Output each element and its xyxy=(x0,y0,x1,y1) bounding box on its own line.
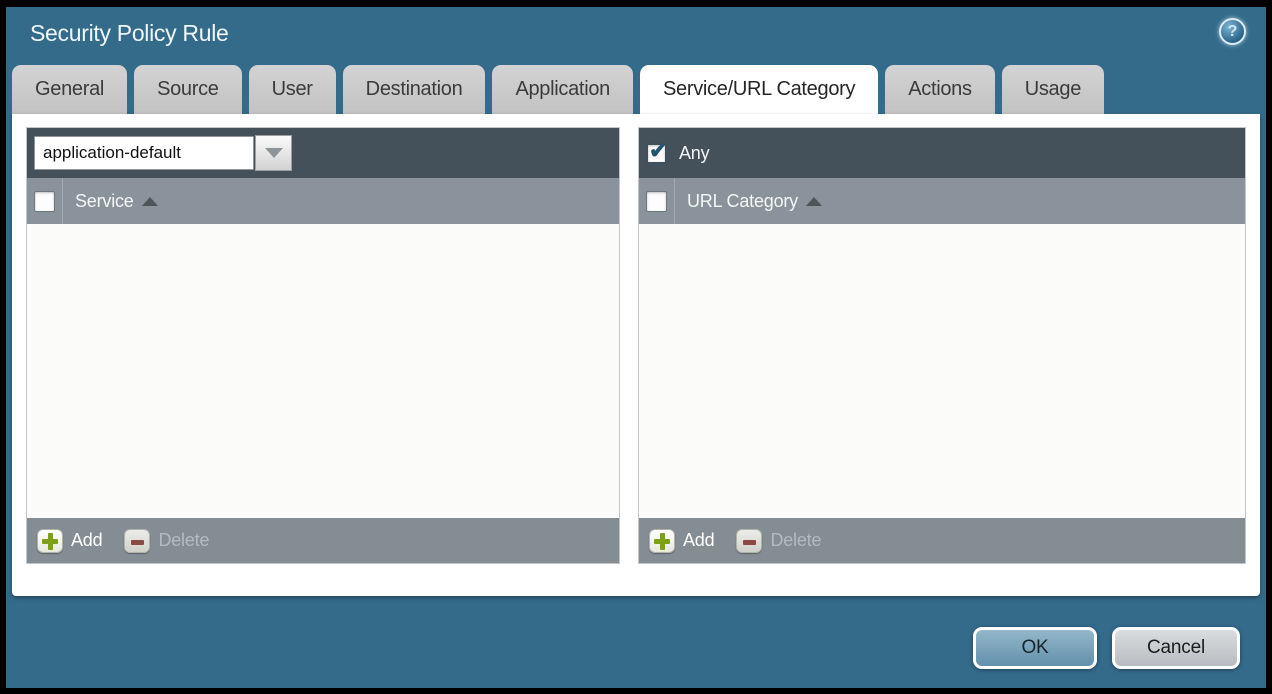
service-footer: Add Delete xyxy=(27,518,619,563)
tab-bar: GeneralSourceUserDestinationApplicationS… xyxy=(6,65,1266,114)
add-button-label: Add xyxy=(71,530,102,551)
delete-button-label: Delete xyxy=(770,530,821,551)
delete-minus-icon xyxy=(736,529,762,553)
checkmark-icon: ✔ xyxy=(649,138,667,164)
tab-application[interactable]: Application xyxy=(492,65,633,114)
sort-ascending-icon xyxy=(142,197,158,206)
service-delete-button[interactable]: Delete xyxy=(124,529,209,553)
service-select-all-checkbox[interactable] xyxy=(34,191,55,212)
service-selector-input[interactable] xyxy=(34,136,254,170)
tab-actions[interactable]: Actions xyxy=(885,65,995,114)
url-category-panel: ✔ Any URL Category Add xyxy=(638,127,1246,564)
tab-user[interactable]: User xyxy=(249,65,336,114)
title-bar: Security Policy Rule ? xyxy=(6,7,1266,65)
dialog-content: Service Add Delete xyxy=(12,114,1260,596)
url-footer: Add Delete xyxy=(639,518,1245,563)
add-plus-icon xyxy=(649,529,675,553)
add-button-label: Add xyxy=(683,530,714,551)
service-header-checkbox-cell xyxy=(27,178,63,224)
url-add-button[interactable]: Add xyxy=(649,529,714,553)
url-header-checkbox-cell xyxy=(639,178,675,224)
tab-usage[interactable]: Usage xyxy=(1002,65,1104,114)
add-plus-icon xyxy=(37,529,63,553)
service-selector-bar xyxy=(27,128,619,178)
url-category-column-header[interactable]: URL Category xyxy=(687,191,822,212)
service-list-body xyxy=(27,224,619,518)
tab-service-url-category[interactable]: Service/URL Category xyxy=(640,65,878,114)
service-panel: Service Add Delete xyxy=(26,127,620,564)
dialog-title: Security Policy Rule xyxy=(30,20,229,47)
service-column-label: Service xyxy=(75,191,134,212)
service-add-button[interactable]: Add xyxy=(37,529,102,553)
url-any-bar: ✔ Any xyxy=(639,128,1245,178)
chevron-down-icon xyxy=(265,148,283,158)
security-policy-rule-dialog: Security Policy Rule ? GeneralSourceUser… xyxy=(6,7,1266,688)
service-selector-dropdown-button[interactable] xyxy=(255,135,292,171)
service-column-header[interactable]: Service xyxy=(75,191,158,212)
help-icon[interactable]: ? xyxy=(1219,18,1246,45)
sort-ascending-icon xyxy=(806,197,822,206)
url-list-body xyxy=(639,224,1245,518)
any-checkbox[interactable]: ✔ xyxy=(646,143,667,164)
dialog-action-row: OK Cancel xyxy=(6,596,1266,688)
tab-source[interactable]: Source xyxy=(134,65,242,114)
url-table-header: URL Category xyxy=(639,178,1245,224)
ok-button[interactable]: OK xyxy=(973,627,1097,669)
tab-general[interactable]: General xyxy=(12,65,127,114)
service-table-header: Service xyxy=(27,178,619,224)
cancel-button[interactable]: Cancel xyxy=(1112,627,1240,669)
url-delete-button[interactable]: Delete xyxy=(736,529,821,553)
delete-minus-icon xyxy=(124,529,150,553)
tab-destination[interactable]: Destination xyxy=(343,65,486,114)
url-category-column-label: URL Category xyxy=(687,191,798,212)
url-select-all-checkbox[interactable] xyxy=(646,191,667,212)
delete-button-label: Delete xyxy=(158,530,209,551)
any-checkbox-label: Any xyxy=(679,143,709,164)
